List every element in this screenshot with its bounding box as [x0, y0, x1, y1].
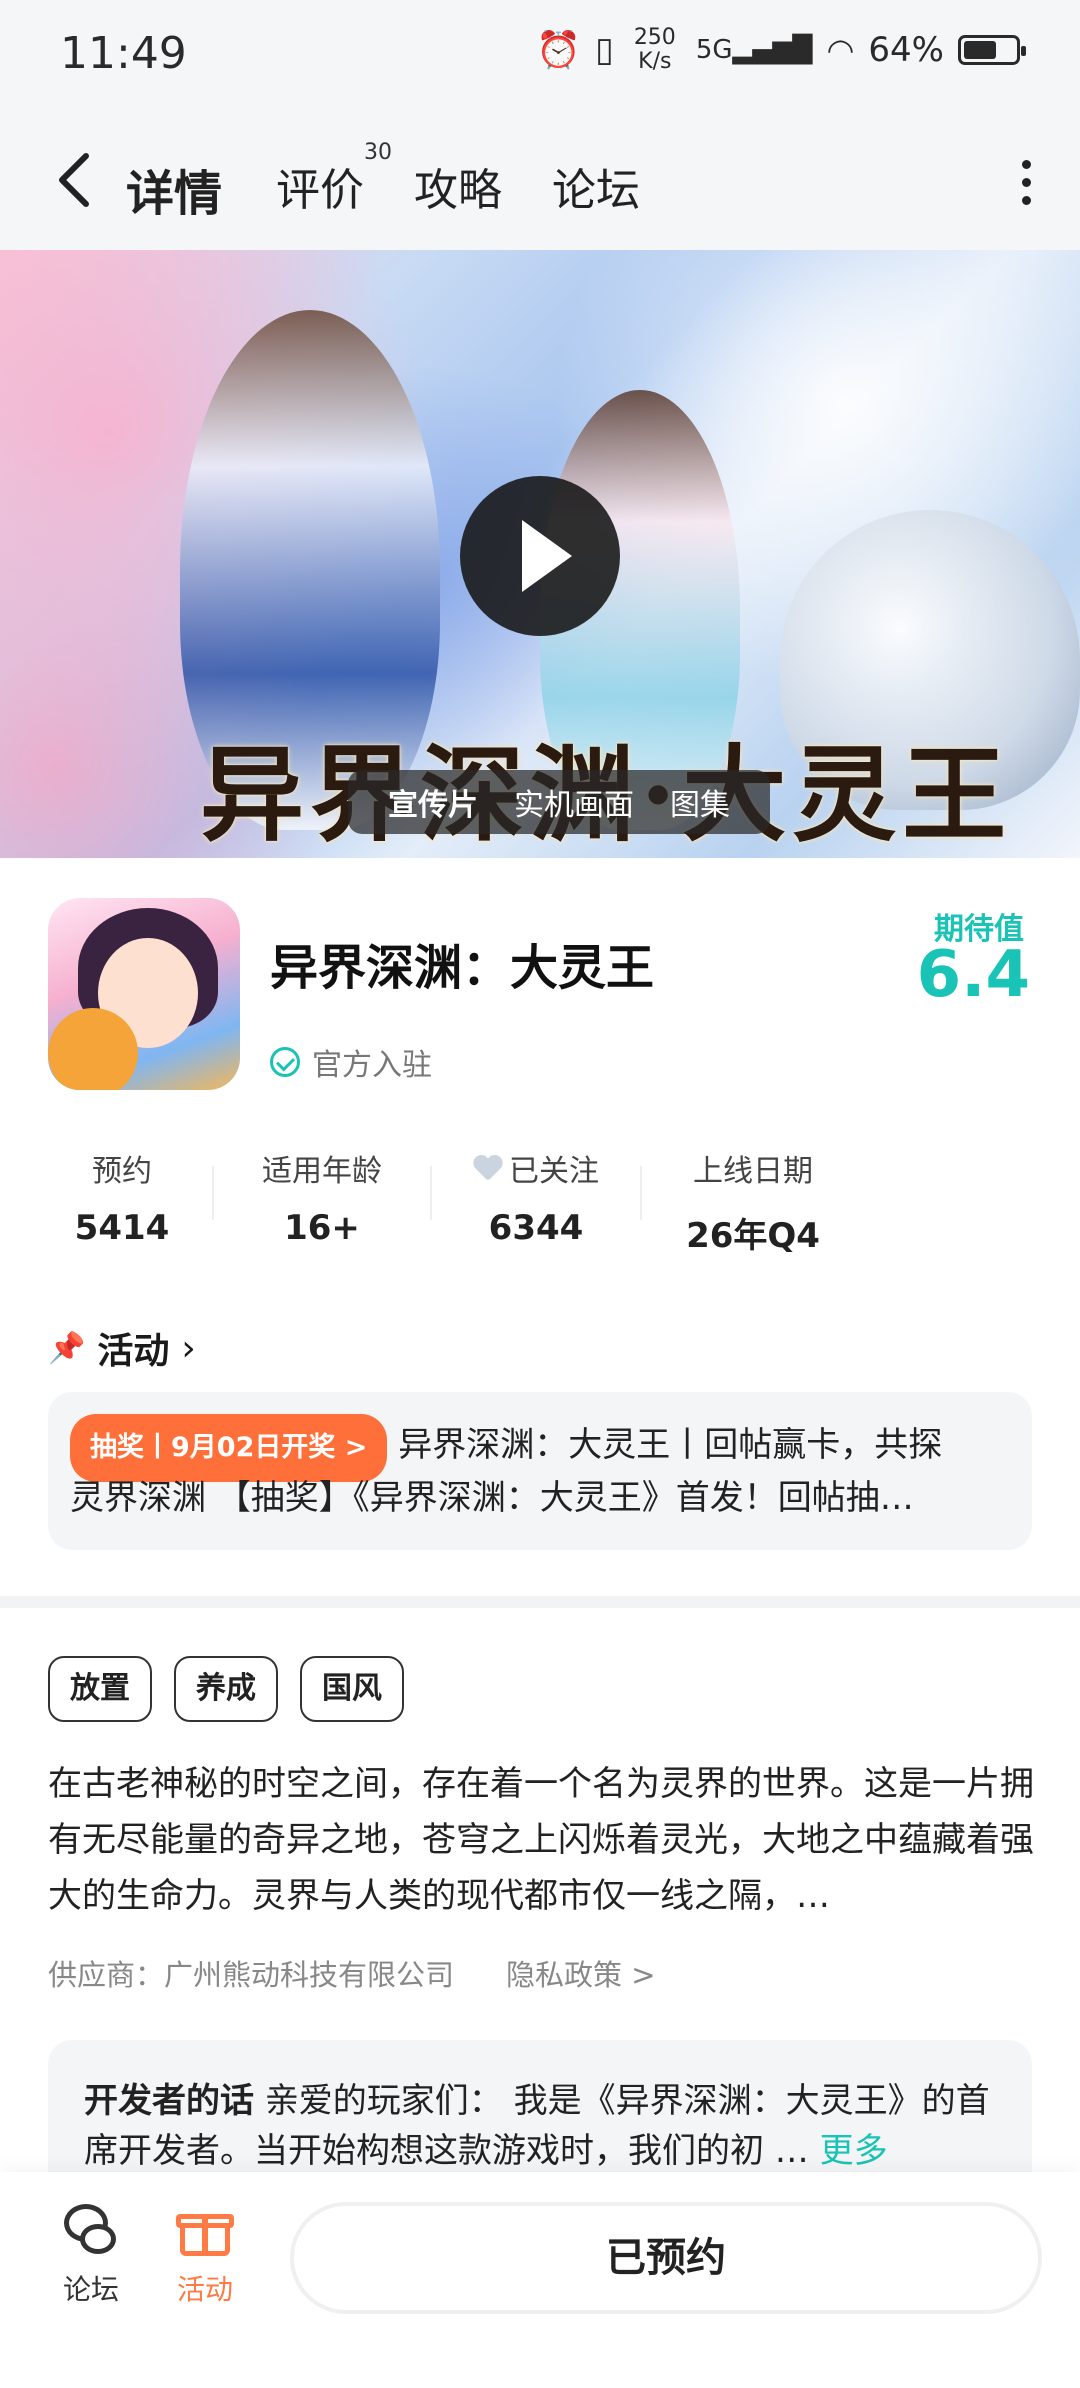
- game-name: 异界深渊：大灵王: [270, 940, 655, 996]
- signal-icon: 5G▂▄▆█: [695, 35, 813, 65]
- wifi-icon: ◠: [826, 31, 855, 69]
- bottom-action-bar: 论坛 活动 已预约: [0, 2172, 1080, 2388]
- section-divider: [0, 1596, 1080, 1608]
- activity-text-line1: 异界深渊：大灵王丨回帖赢卡，共探: [398, 1425, 943, 1465]
- stat-age-rating: 适用年龄 16+: [262, 1154, 382, 1248]
- review-count-badge: 30: [364, 140, 392, 165]
- activity-card[interactable]: 抽奖丨9月02日开奖 > 异界深渊：大灵王丨回帖赢卡，共探 灵界深渊 【抽奖】《…: [48, 1392, 1032, 1550]
- stat-reservations: 预约 5414: [74, 1154, 170, 1248]
- tag-cultivation[interactable]: 养成: [174, 1656, 278, 1722]
- status-bar: 11:49 ⏰ ▯ 250 K/s 5G▂▄▆█ ◠ 64%: [0, 0, 1080, 110]
- hero-media[interactable]: 异界深渊·大灵王 宣传片 实机画面 图集: [0, 250, 1080, 858]
- stat-divider: [430, 1166, 432, 1220]
- expectation-score: 6.4: [916, 938, 1030, 1012]
- forum-chat-icon: [62, 2202, 120, 2260]
- tag-chinese-style[interactable]: 国风: [300, 1656, 404, 1722]
- media-tabs: 宣传片 实机画面 图集: [348, 770, 770, 834]
- alarm-icon: ⏰: [536, 30, 582, 71]
- stat-release-date: 上线日期 26年Q4: [686, 1154, 820, 1256]
- tab-forum[interactable]: 论坛: [552, 154, 640, 218]
- battery-percent: 64%: [868, 30, 944, 70]
- tab-reviews[interactable]: 评价 30: [276, 140, 392, 218]
- activity-header[interactable]: 📌 活动 ›: [48, 1322, 196, 1374]
- status-time: 11:49: [60, 28, 187, 79]
- media-tab-gallery[interactable]: 图集: [652, 780, 748, 824]
- official-verified: 官方入驻: [270, 1040, 432, 1084]
- gift-icon: [176, 2202, 234, 2260]
- more-options-icon[interactable]: [1016, 160, 1036, 210]
- media-tab-gameplay[interactable]: 实机画面: [496, 780, 652, 824]
- supplier-info: 供应商：广州熊动科技有限公司: [48, 1958, 455, 1992]
- tag-idle[interactable]: 放置: [48, 1656, 152, 1722]
- game-description[interactable]: 在古老神秘的时空之间，存在着一个名为灵界的世界。这是一片拥有无尽能量的奇异之地，…: [48, 1756, 1038, 1924]
- activity-button[interactable]: 活动: [160, 2202, 250, 2308]
- privacy-policy-link[interactable]: 隐私政策 >: [506, 1952, 656, 1994]
- back-arrow-icon[interactable]: [48, 150, 104, 210]
- stat-followers[interactable]: 已关注 6344: [464, 1146, 608, 1248]
- verified-check-icon: [270, 1047, 300, 1077]
- top-nav: 详情 评价 30 攻略 论坛: [0, 110, 1080, 250]
- activity-text-line2: 灵界深渊 【抽奖】《异界深渊：大灵王》首发！回帖抽…: [70, 1478, 914, 1518]
- status-icons: ⏰ ▯ 250 K/s 5G▂▄▆█ ◠ 64%: [536, 25, 1026, 74]
- stat-divider: [212, 1166, 214, 1220]
- tab-guides[interactable]: 攻略: [414, 154, 502, 218]
- heart-icon: [473, 1154, 503, 1182]
- tab-details[interactable]: 详情: [126, 154, 223, 224]
- game-icon: [48, 898, 240, 1090]
- media-tab-trailer[interactable]: 宣传片: [370, 780, 496, 824]
- pin-icon: 📌: [48, 1330, 86, 1366]
- play-video-button[interactable]: [460, 476, 620, 636]
- battery-icon: [958, 35, 1026, 65]
- vibrate-icon: ▯: [595, 30, 614, 70]
- developer-note-title: 开发者的话: [84, 2081, 254, 2121]
- reserved-button[interactable]: 已预约: [290, 2202, 1042, 2314]
- net-speed: 250 K/s: [633, 25, 676, 74]
- chevron-right-icon: ›: [181, 1327, 196, 1369]
- more-link[interactable]: 更多: [820, 2131, 888, 2171]
- forum-button[interactable]: 论坛: [46, 2202, 136, 2308]
- stat-divider: [640, 1166, 642, 1220]
